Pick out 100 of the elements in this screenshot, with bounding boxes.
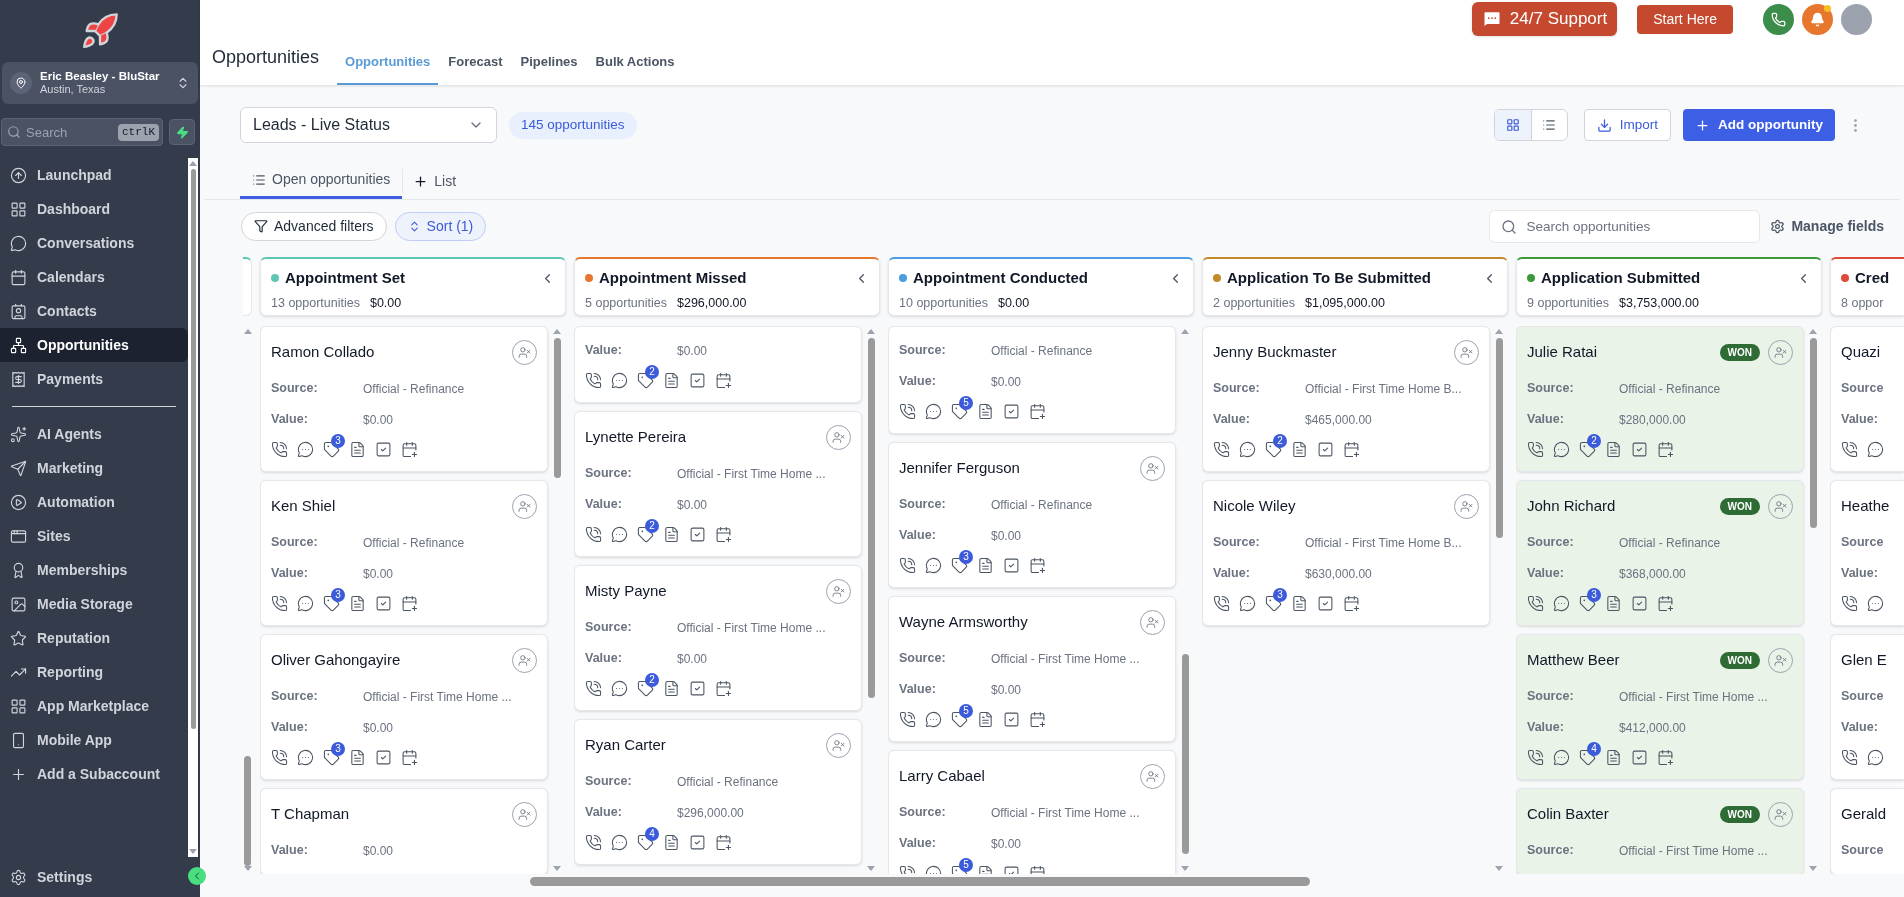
document-icon[interactable] bbox=[1605, 748, 1622, 766]
phone-icon[interactable] bbox=[585, 371, 602, 389]
opportunity-card[interactable]: Nicole Wiley Source: Official - First Time Home B... Value: $630,000.00 3 bbox=[1202, 480, 1490, 626]
phone-icon[interactable] bbox=[1527, 440, 1544, 458]
account-switcher[interactable]: Eric Beasley - BluStar Austin, Texas bbox=[2, 62, 198, 104]
contact-name[interactable]: Ryan Carter bbox=[585, 733, 666, 757]
contact-name[interactable]: John Richard bbox=[1527, 494, 1616, 518]
nav-item[interactable]: Opportunities bbox=[0, 328, 188, 362]
chat-icon[interactable] bbox=[611, 833, 628, 851]
contact-name[interactable]: Misty Payne bbox=[585, 579, 667, 603]
nav-item[interactable]: Mobile App bbox=[0, 723, 188, 757]
opportunity-card[interactable]: Source: Official - Refinance Value: $0.00 5 bbox=[888, 326, 1176, 434]
phone-icon[interactable] bbox=[1841, 594, 1858, 612]
calendar-plus-icon[interactable] bbox=[401, 748, 418, 766]
contact-name[interactable]: Ken Shiel bbox=[271, 494, 336, 518]
phone-icon[interactable] bbox=[271, 748, 288, 766]
opportunity-card[interactable]: Ryan Carter Source: Official - Refinance Value: $296,000.00 4 bbox=[574, 719, 862, 865]
chat-icon[interactable] bbox=[1867, 748, 1884, 766]
opportunity-card[interactable]: Jenny Buckmaster Source: Official - First Time Home B... Value: $465,000.00 2 bbox=[1202, 326, 1490, 472]
phone-button[interactable] bbox=[1763, 3, 1794, 35]
opportunity-card[interactable]: Ken Shiel Source: Official - Refinance Value: $0.00 3 bbox=[260, 480, 548, 626]
contact-name[interactable]: Lynette Pereira bbox=[585, 425, 687, 449]
checkbox-icon[interactable] bbox=[1317, 594, 1334, 612]
support-button[interactable]: 24/7 Support bbox=[1471, 2, 1618, 36]
phone-icon[interactable] bbox=[899, 402, 916, 420]
contact-name[interactable]: Ramon Collado bbox=[271, 340, 375, 364]
calendar-plus-icon[interactable] bbox=[715, 679, 732, 697]
opportunity-card[interactable]: Larry Cabael Source: Official - First Time Home ... Value: $0.00 5 bbox=[888, 750, 1176, 874]
calendar-plus-icon[interactable] bbox=[1029, 710, 1046, 728]
opportunity-card[interactable]: Jennifer Ferguson Source: Official - Refinance Value: $0.00 3 bbox=[888, 442, 1176, 588]
phone-icon[interactable] bbox=[1527, 748, 1544, 766]
advanced-filters-button[interactable]: Advanced filters bbox=[241, 211, 387, 241]
document-icon[interactable] bbox=[349, 594, 366, 612]
contact-name[interactable]: Oliver Gahongayire bbox=[271, 648, 401, 672]
chat-icon[interactable] bbox=[611, 371, 628, 389]
document-icon[interactable] bbox=[1291, 594, 1308, 612]
document-icon[interactable] bbox=[349, 748, 366, 766]
chat-icon[interactable] bbox=[1239, 440, 1256, 458]
contact-name[interactable]: Larry Cabael bbox=[899, 764, 985, 788]
calendar-plus-icon[interactable] bbox=[1657, 594, 1674, 612]
page-tab[interactable]: Forecast bbox=[440, 41, 511, 85]
contact-name[interactable]: Glen E bbox=[1841, 648, 1887, 672]
nav-item[interactable]: Payments bbox=[0, 362, 188, 396]
import-button[interactable]: Import bbox=[1583, 109, 1671, 141]
contact-name[interactable]: Nicole Wiley bbox=[1213, 494, 1296, 518]
opportunity-card[interactable]: T Chapman Value: $0.00 bbox=[260, 788, 548, 874]
search-opportunities-field[interactable]: Search opportunities bbox=[1489, 209, 1761, 243]
document-icon[interactable] bbox=[1605, 594, 1622, 612]
chat-icon[interactable] bbox=[611, 525, 628, 543]
calendar-plus-icon[interactable] bbox=[401, 440, 418, 458]
document-icon[interactable] bbox=[1605, 440, 1622, 458]
document-icon[interactable] bbox=[977, 710, 994, 728]
phone-icon[interactable] bbox=[899, 710, 916, 728]
contact-name[interactable]: Matthew Beer bbox=[1527, 648, 1620, 672]
nav-item[interactable]: Calendars bbox=[0, 260, 188, 294]
contact-name[interactable]: T Chapman bbox=[271, 802, 350, 826]
add-list-button[interactable]: List bbox=[403, 163, 467, 199]
nav-item[interactable]: Conversations bbox=[0, 226, 188, 260]
calendar-plus-icon[interactable] bbox=[1343, 440, 1360, 458]
page-tab[interactable]: Bulk Actions bbox=[587, 41, 683, 85]
manage-fields-button[interactable]: Manage fields bbox=[1770, 215, 1884, 237]
opportunity-card[interactable]: Wayne Armsworthy Source: Official - First Time Home ... Value: $0.00 5 bbox=[888, 596, 1176, 742]
contact-name[interactable]: Heathe bbox=[1841, 494, 1890, 518]
nav-item[interactable]: Automation bbox=[0, 485, 188, 519]
collapse-sidebar-button[interactable] bbox=[188, 867, 206, 885]
quick-action-button[interactable] bbox=[169, 119, 195, 145]
nav-item[interactable]: Launchpad bbox=[0, 158, 188, 192]
horizontal-scrollbar[interactable] bbox=[530, 876, 1310, 886]
checkbox-icon[interactable] bbox=[375, 594, 392, 612]
document-icon[interactable] bbox=[349, 440, 366, 458]
checkbox-icon[interactable] bbox=[689, 525, 706, 543]
document-icon[interactable] bbox=[663, 371, 680, 389]
chat-icon[interactable] bbox=[1553, 594, 1570, 612]
phone-icon[interactable] bbox=[1213, 440, 1230, 458]
phone-icon[interactable] bbox=[271, 440, 288, 458]
calendar-plus-icon[interactable] bbox=[401, 594, 418, 612]
phone-icon[interactable] bbox=[585, 525, 602, 543]
document-icon[interactable] bbox=[1291, 440, 1308, 458]
checkbox-icon[interactable] bbox=[1631, 748, 1648, 766]
calendar-plus-icon[interactable] bbox=[1657, 440, 1674, 458]
checkbox-icon[interactable] bbox=[1003, 556, 1020, 574]
phone-icon[interactable] bbox=[585, 679, 602, 697]
opportunity-card[interactable]: Quazi Source Value: bbox=[1830, 326, 1904, 472]
nav-item[interactable]: Marketing bbox=[0, 451, 188, 485]
calendar-plus-icon[interactable] bbox=[1657, 748, 1674, 766]
opportunity-card[interactable]: Julie Ratai WON Source: Official - Refinance Value: $280,000.00 2 bbox=[1516, 326, 1804, 472]
checkbox-icon[interactable] bbox=[1003, 710, 1020, 728]
chat-icon[interactable] bbox=[1553, 748, 1570, 766]
chat-icon[interactable] bbox=[1553, 440, 1570, 458]
phone-icon[interactable] bbox=[1527, 594, 1544, 612]
document-icon[interactable] bbox=[663, 525, 680, 543]
document-icon[interactable] bbox=[977, 556, 994, 574]
pipeline-select[interactable]: Leads - Live Status bbox=[240, 107, 497, 143]
nav-item[interactable]: Dashboard bbox=[0, 192, 188, 226]
add-opportunity-button[interactable]: Add opportunity bbox=[1683, 109, 1835, 141]
nav-item[interactable]: Memberships bbox=[0, 553, 188, 587]
opportunity-card[interactable]: Colin Baxter WON Source: Official - First Time Home ... bbox=[1516, 788, 1804, 874]
calendar-plus-icon[interactable] bbox=[1029, 556, 1046, 574]
chat-icon[interactable] bbox=[297, 594, 314, 612]
contact-name[interactable]: Colin Baxter bbox=[1527, 802, 1609, 826]
